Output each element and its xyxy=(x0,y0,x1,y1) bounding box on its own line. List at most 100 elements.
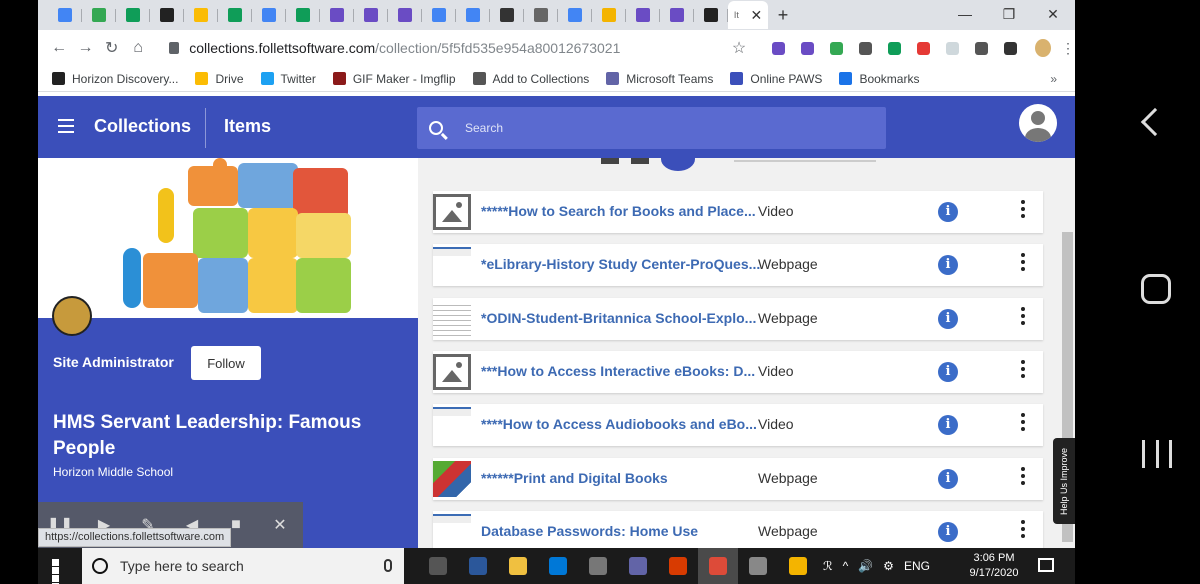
tray-icon[interactable]: ENG xyxy=(904,559,930,573)
browser-tab[interactable] xyxy=(184,1,218,29)
browser-tab[interactable] xyxy=(626,1,660,29)
taskbar-app-icon[interactable] xyxy=(698,548,738,584)
info-icon[interactable]: i xyxy=(938,361,958,382)
browser-tab[interactable] xyxy=(320,1,354,29)
tray-icon[interactable]: ⚙ xyxy=(883,559,894,573)
bookmark-item[interactable]: Add to Collections xyxy=(472,72,589,86)
item-row[interactable]: *****How to Search for Books and Place..… xyxy=(433,191,1043,233)
extension-icon[interactable] xyxy=(1004,41,1018,55)
bookmark-item[interactable]: Horizon Discovery... xyxy=(52,72,178,86)
browser-menu-icon[interactable]: ⋮ xyxy=(1061,40,1075,57)
notifications-icon[interactable] xyxy=(1038,558,1054,572)
item-row[interactable]: ***How to Access Interactive eBooks: D..… xyxy=(433,350,1043,393)
item-row[interactable]: Database Passwords: Home Use Webpage i xyxy=(433,510,1043,548)
item-row[interactable]: *eLibrary-History Study Center-ProQues..… xyxy=(433,244,1043,287)
active-tab[interactable]: It ✕ xyxy=(728,1,768,29)
item-title[interactable]: Database Passwords: Home Use xyxy=(481,523,761,539)
taskbar-app-icon[interactable] xyxy=(458,548,498,584)
nav-collections[interactable]: Collections xyxy=(94,116,191,137)
info-icon[interactable]: i xyxy=(938,202,958,222)
extension-icon[interactable] xyxy=(888,41,902,55)
taskbar-app-icon[interactable] xyxy=(618,548,658,584)
address-bar[interactable]: collections.follettsoftware.com/collecti… xyxy=(157,34,632,62)
extension-icon[interactable] xyxy=(975,41,989,55)
close-icon[interactable]: ✕ xyxy=(258,515,302,535)
more-options-icon[interactable] xyxy=(1021,359,1025,382)
close-window-button[interactable]: ✕ xyxy=(1031,0,1075,30)
item-title[interactable]: ****How to Access Audiobooks and eBo... xyxy=(481,416,761,432)
taskbar-app-icon[interactable] xyxy=(498,548,538,584)
taskbar-app-icon[interactable] xyxy=(738,548,778,584)
grid-view-icon[interactable] xyxy=(601,158,619,164)
browser-tab[interactable] xyxy=(524,1,558,29)
android-recents-icon[interactable] xyxy=(1142,440,1172,468)
info-icon[interactable]: i xyxy=(938,415,958,436)
bookmark-item[interactable]: GIF Maker - Imgflip xyxy=(332,72,456,86)
bookmark-item[interactable]: Twitter xyxy=(260,72,316,86)
browser-tab[interactable] xyxy=(354,1,388,29)
info-icon[interactable]: i xyxy=(938,308,958,329)
browser-tab[interactable] xyxy=(490,1,524,29)
browser-tab[interactable] xyxy=(388,1,422,29)
browser-tab[interactable] xyxy=(422,1,456,29)
help-us-improve-tab[interactable]: Help Us Improve xyxy=(1053,438,1075,524)
minimize-button[interactable]: — xyxy=(943,0,987,30)
more-options-icon[interactable] xyxy=(1021,466,1025,489)
bookmark-star-icon[interactable]: ☆ xyxy=(732,38,746,58)
home-icon[interactable]: ⌂ xyxy=(125,39,151,57)
nav-items[interactable]: Items xyxy=(224,116,271,137)
browser-tab[interactable] xyxy=(82,1,116,29)
tray-icon[interactable]: ℛ xyxy=(823,559,833,573)
item-title[interactable]: *eLibrary-History Study Center-ProQues..… xyxy=(481,256,761,272)
account-avatar-icon[interactable] xyxy=(1019,104,1057,142)
list-view-icon[interactable] xyxy=(661,158,695,171)
browser-tab[interactable] xyxy=(694,1,728,29)
item-row[interactable]: ****How to Access Audiobooks and eBo... V… xyxy=(433,404,1043,447)
extension-icon[interactable] xyxy=(946,41,960,55)
info-icon[interactable]: i xyxy=(938,255,958,276)
android-back-icon[interactable] xyxy=(1140,107,1170,137)
taskbar-search[interactable]: Type here to search xyxy=(82,548,404,584)
profile-avatar[interactable] xyxy=(1035,39,1052,57)
bookmark-item[interactable]: Online PAWS xyxy=(730,72,822,86)
extension-icon[interactable] xyxy=(917,41,931,55)
browser-tab[interactable] xyxy=(456,1,490,29)
taskbar-app-icon[interactable] xyxy=(538,548,578,584)
more-options-icon[interactable] xyxy=(1021,413,1025,435)
browser-tab[interactable] xyxy=(116,1,150,29)
extension-icon[interactable] xyxy=(801,41,815,55)
browser-tab[interactable] xyxy=(592,1,626,29)
search-input[interactable]: Search xyxy=(417,107,886,149)
info-icon[interactable]: i xyxy=(938,521,958,542)
more-options-icon[interactable] xyxy=(1021,200,1025,222)
tray-icon[interactable]: ^ xyxy=(843,559,849,573)
item-row[interactable]: *ODIN-Student-Britannica School-Explo...… xyxy=(433,297,1043,340)
reload-icon[interactable]: ↻ xyxy=(99,38,125,58)
extension-icon[interactable] xyxy=(772,41,786,55)
close-tab-icon[interactable]: ✕ xyxy=(750,7,762,24)
tray-icon[interactable]: 🔊 xyxy=(858,559,873,573)
taskbar-clock[interactable]: 3:06 PM 9/17/2020 xyxy=(954,551,1034,581)
bookmarks-overflow-icon[interactable]: » xyxy=(1050,72,1057,86)
hamburger-menu-icon[interactable] xyxy=(58,119,74,133)
more-options-icon[interactable] xyxy=(1021,306,1025,329)
browser-tab[interactable] xyxy=(660,1,694,29)
extension-icon[interactable] xyxy=(859,41,873,55)
taskbar-app-icon[interactable] xyxy=(778,548,818,584)
taskbar-app-icon[interactable] xyxy=(418,548,458,584)
item-title[interactable]: ******Print and Digital Books xyxy=(481,470,761,486)
follow-button[interactable]: Follow xyxy=(191,346,261,380)
browser-tab[interactable] xyxy=(286,1,320,29)
item-row[interactable]: ******Print and Digital Books Webpage i xyxy=(433,457,1043,500)
browser-tab[interactable] xyxy=(252,1,286,29)
more-options-icon[interactable] xyxy=(1021,253,1025,275)
bookmark-item[interactable]: Microsoft Teams xyxy=(606,72,713,86)
tile-view-icon[interactable] xyxy=(631,158,649,164)
back-icon[interactable]: ← xyxy=(46,39,72,57)
taskbar-app-icon[interactable] xyxy=(578,548,618,584)
bookmark-item[interactable]: Bookmarks xyxy=(839,72,919,86)
item-title[interactable]: ***How to Access Interactive eBooks: D..… xyxy=(481,363,761,379)
browser-tab[interactable] xyxy=(150,1,184,29)
android-home-icon[interactable] xyxy=(1141,274,1171,304)
windows-start-icon[interactable] xyxy=(52,559,67,584)
